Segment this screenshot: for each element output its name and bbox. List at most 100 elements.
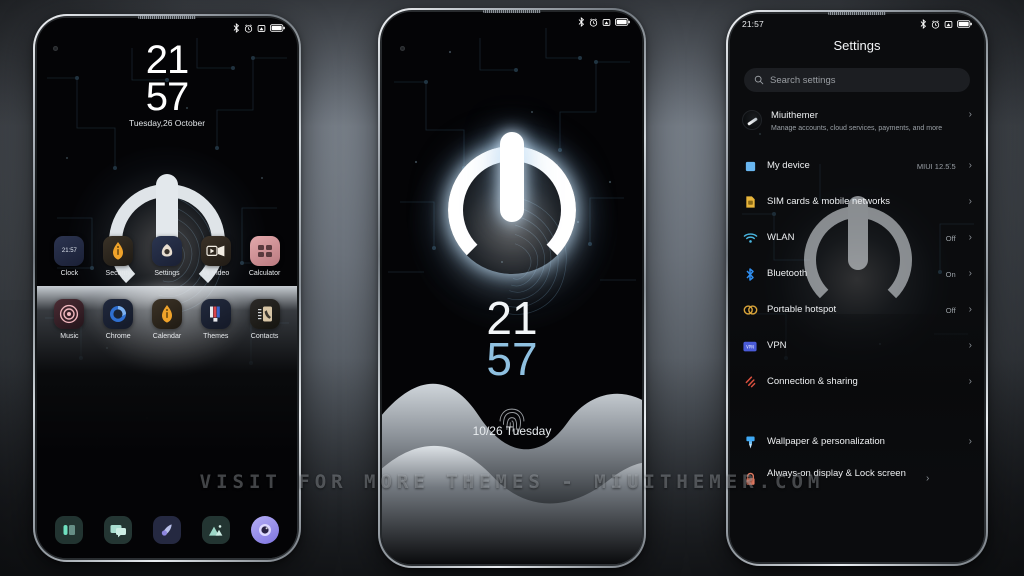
clock-hours: 21 (145, 38, 190, 82)
vpn-icon: VPN (742, 338, 758, 354)
settings-row-account[interactable]: Miuithemer Manage accounts, cloud servic… (730, 102, 984, 148)
app-chrome[interactable]: Chrome (98, 299, 138, 340)
app-label: Calendar (152, 333, 182, 340)
status-bar: 21:57 (730, 14, 984, 34)
contacts-app-icon (249, 299, 280, 329)
phone-screen-home[interactable]: 21:57 (37, 18, 297, 558)
bluetooth-icon (742, 266, 758, 282)
battery-icon (957, 20, 972, 28)
chevron-right-icon: › (968, 340, 972, 351)
app-label: Calculator (248, 270, 281, 277)
settings-row-label: VPN (767, 340, 787, 352)
chevron-right-icon: › (926, 473, 930, 484)
app-mi-video[interactable]: Mi Video (196, 236, 236, 277)
vibrate-icon (944, 20, 953, 28)
app-row: 21:57 Clock Security Settings Mi Video C… (37, 236, 297, 277)
dust-speck (400, 46, 405, 51)
account-text: Miuithemer Manage accounts, cloud servic… (771, 110, 960, 133)
phone-mockup-settings: 21:57 Settings Search settings Miuitheme… (726, 10, 988, 566)
bluetooth-icon (578, 17, 585, 27)
alarm-icon (931, 20, 940, 29)
settings-row-vpn[interactable]: VPN VPN › (730, 328, 984, 364)
list-gap (730, 400, 984, 424)
settings-row-wallpaper[interactable]: Wallpaper & personalization › (730, 424, 984, 460)
page-title: Settings (833, 38, 881, 53)
app-music[interactable]: Music (49, 299, 89, 340)
settings-row-value: Off (945, 233, 956, 243)
lock-clock-minutes: 57 (486, 333, 538, 386)
account-subtitle: Manage accounts, cloud services, payment… (771, 124, 943, 132)
avatar (742, 110, 762, 130)
settings-row-label: Connection & sharing (767, 376, 858, 388)
settings-row-sim-cards[interactable]: SIM cards & mobile networks › (730, 184, 984, 220)
phone-screen-settings[interactable]: 21:57 Settings Search settings Miuitheme… (730, 14, 984, 562)
battery-icon (270, 24, 285, 32)
chrome-app-icon (103, 299, 134, 329)
device-icon (742, 158, 758, 174)
bluetooth-icon (233, 23, 240, 33)
battery-icon (615, 18, 630, 26)
home-clock-widget[interactable]: 21 57 (37, 38, 297, 119)
settings-row-wlan[interactable]: WLAN Off › (730, 220, 984, 256)
status-icons (233, 23, 285, 33)
phone-screen-lock[interactable]: 21 57 10/26 Tuesday (382, 12, 642, 564)
camera-dock-icon[interactable] (250, 516, 279, 544)
app-label: Themes (203, 333, 229, 340)
search-input[interactable]: Search settings (744, 68, 970, 92)
connection-sharing-icon (742, 374, 758, 390)
settings-row-label: WLAN (767, 232, 795, 244)
sim-icon (742, 194, 758, 210)
app-label: Music (60, 333, 79, 340)
settings-row-my-device[interactable]: My device MIUI 12.5.5 › (730, 148, 984, 184)
gallery-dock-icon[interactable] (201, 516, 230, 544)
lock-wallpaper (382, 12, 642, 564)
app-calendar[interactable]: Calendar (147, 299, 187, 340)
browser-dock-icon[interactable] (152, 516, 181, 544)
settings-list: Miuithemer Manage accounts, cloud servic… (730, 102, 984, 562)
messages-dock-icon[interactable] (104, 516, 133, 544)
home-date: Tuesday,26 October (128, 118, 206, 128)
vibrate-icon (602, 18, 611, 26)
lock-date: 10/26 Tuesday (472, 424, 552, 438)
app-row: Music Chrome Calendar Themes Contacts (37, 299, 297, 340)
hotspot-icon (742, 302, 758, 318)
phone-dock-icon[interactable] (55, 516, 84, 544)
phone-mockup-lock: 21 57 10/26 Tuesday (378, 8, 646, 568)
settings-row-label: Portable hotspot (767, 304, 837, 316)
settings-row-label: SIM cards & mobile networks (767, 196, 891, 208)
clock-minutes: 57 (145, 74, 190, 119)
wallpaper-icon (742, 434, 758, 450)
app-themes[interactable]: Themes (196, 299, 236, 340)
bluetooth-icon (920, 19, 927, 29)
app-clock[interactable]: 21:57 Clock (49, 236, 89, 277)
app-settings[interactable]: Settings (147, 236, 187, 277)
screenshot-stage: 21:57 (0, 0, 1024, 576)
status-icons (920, 19, 972, 29)
settings-row-connection-sharing[interactable]: Connection & sharing › (730, 364, 984, 400)
app-label: Chrome (105, 333, 131, 340)
chevron-right-icon: › (968, 232, 972, 243)
settings-row-always-on-display[interactable]: Always-on display & Lock screen › (730, 460, 984, 506)
app-calculator[interactable]: Calculator (245, 236, 285, 277)
chevron-right-icon: › (968, 436, 972, 447)
settings-row-label: Always-on display & Lock screen (767, 468, 906, 479)
search-icon (754, 75, 764, 85)
settings-content: Settings Search settings Miuithemer Mana… (730, 14, 984, 562)
calculator-app-icon (249, 236, 280, 266)
svg-text:VPN: VPN (746, 344, 754, 350)
clock-icon-badge: 21:57 (61, 248, 77, 254)
power-bar (500, 132, 524, 222)
themes-app-icon (200, 299, 231, 329)
power-symbol-glyph (448, 132, 576, 274)
app-contacts[interactable]: Contacts (245, 299, 285, 340)
dock (45, 516, 289, 544)
settings-row-portable-hotspot[interactable]: Portable hotspot Off › (730, 292, 984, 328)
status-bar (382, 12, 642, 32)
app-security[interactable]: Security (98, 236, 138, 277)
chevron-right-icon: › (968, 268, 972, 279)
settings-row-bluetooth[interactable]: Bluetooth On › (730, 256, 984, 292)
settings-row-label: Bluetooth (767, 268, 808, 280)
alarm-icon (244, 24, 253, 33)
vibrate-icon (257, 24, 266, 32)
clock-app-icon: 21:57 (54, 236, 85, 266)
